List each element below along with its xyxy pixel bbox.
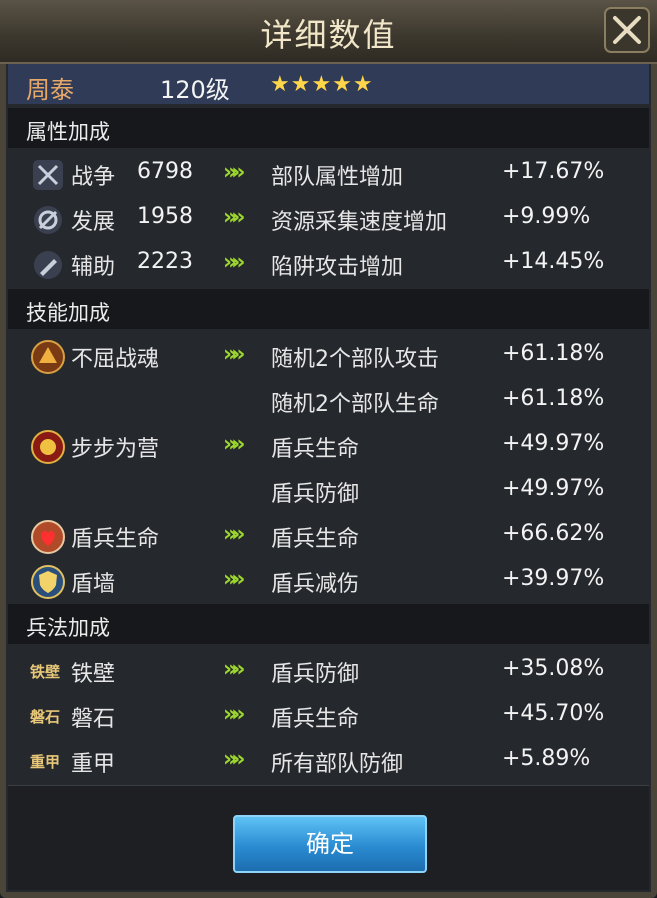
skill-effect: 盾兵减伤	[271, 572, 360, 597]
hero-stars: ★★★★★	[270, 72, 374, 97]
attribute-row: 战争 6798 »» 部队属性增加 +17.67%	[8, 152, 649, 197]
tactic-name: 铁壁	[71, 662, 116, 687]
attribute-name: 发展	[71, 210, 116, 235]
attribute-effect: 部队属性增加	[271, 165, 404, 190]
step-by-step-icon	[31, 430, 65, 464]
dialog-title: 详细数值	[260, 16, 397, 54]
attribute-name: 辅助	[71, 255, 116, 280]
attribute-percent: +14.45%	[502, 249, 605, 274]
tactic-row: 重甲 重甲 »» 所有部队防御 +5.89%	[8, 739, 649, 784]
shield-wall-icon	[31, 565, 65, 599]
tactic-row: 铁壁 铁壁 »» 盾兵防御 +35.08%	[8, 649, 649, 694]
arrow-icon: »»	[223, 702, 246, 727]
section-title: 技能加成	[26, 301, 110, 325]
skill-name: 不屈战魂	[71, 347, 160, 372]
attribute-value: 6798	[137, 159, 193, 184]
skill-percent: +49.97%	[502, 476, 605, 501]
skill-effect: 随机2个部队攻击	[271, 347, 439, 372]
tactic-percent: +35.08%	[502, 656, 605, 681]
skill-row: 步步为营 »» 盾兵生命 +49.97%	[8, 424, 649, 469]
skill-name: 步步为营	[71, 437, 160, 462]
skill-effect: 盾兵生命	[271, 437, 360, 462]
skill-effect: 盾兵生命	[271, 527, 360, 552]
attribute-row: 发展 1958 »» 资源采集速度增加 +9.99%	[8, 197, 649, 242]
tactic-percent: +45.70%	[502, 701, 605, 726]
arrow-icon: »»	[223, 657, 246, 682]
tactic-badge-icon: 铁壁	[30, 663, 61, 681]
tactic-name: 磐石	[71, 707, 116, 732]
skill-row: 随机2个部队生命 +61.18%	[8, 379, 649, 424]
skill-row: 盾墙 »» 盾兵减伤 +39.97%	[8, 559, 649, 604]
skill-percent: +49.97%	[502, 431, 605, 456]
hero-header: 周泰 120级 ★★★★★	[8, 64, 649, 104]
tactic-effect: 盾兵防御	[271, 662, 360, 687]
skill-row: 盾兵防御 +49.97%	[8, 469, 649, 514]
arrow-icon: »»	[223, 567, 246, 592]
swords-icon	[33, 160, 63, 190]
arrow-icon: »»	[223, 342, 246, 367]
tactic-badge-icon: 磐石	[30, 708, 61, 726]
arrow-icon: »»	[223, 160, 246, 185]
skill-effect: 盾兵防御	[271, 482, 360, 507]
attribute-row: 辅助 2223 »» 陷阱攻击增加 +14.45%	[8, 242, 649, 287]
confirm-button[interactable]: 确定	[233, 815, 427, 873]
skill-row: 不屈战魂 »» 随机2个部队攻击 +61.18%	[8, 334, 649, 379]
close-icon[interactable]	[603, 6, 651, 54]
skill-percent: +61.18%	[502, 386, 605, 411]
skill-percent: +61.18%	[502, 341, 605, 366]
hero-level: 120级	[160, 76, 230, 104]
assist-icon	[34, 251, 62, 279]
attribute-effect: 资源采集速度增加	[271, 210, 448, 235]
attribute-value: 2223	[137, 249, 193, 274]
skill-name: 盾墙	[71, 572, 116, 597]
section-tactics: 兵法加成	[8, 604, 649, 644]
section-skills: 技能加成	[8, 289, 649, 329]
arrow-icon: »»	[223, 747, 246, 772]
tactic-percent: +5.89%	[502, 746, 591, 771]
attribute-effect: 陷阱攻击增加	[271, 255, 404, 280]
attribute-percent: +17.67%	[502, 159, 605, 184]
tactic-row: 磐石 磐石 »» 盾兵生命 +45.70%	[8, 694, 649, 739]
attribute-value: 1958	[137, 204, 193, 229]
hero-name: 周泰	[26, 76, 74, 104]
skill-percent: +39.97%	[502, 566, 605, 591]
skill-percent: +66.62%	[502, 521, 605, 546]
tactic-effect: 所有部队防御	[271, 752, 404, 777]
skill-row: 盾兵生命 »» 盾兵生命 +66.62%	[8, 514, 649, 559]
arrow-icon: »»	[223, 205, 246, 230]
unyielding-soul-icon	[31, 340, 65, 374]
skill-name: 盾兵生命	[71, 527, 160, 552]
section-attributes: 属性加成	[8, 108, 649, 148]
title-bar: 详细数值	[0, 0, 657, 64]
tactic-badge-icon: 重甲	[30, 753, 61, 771]
arrow-icon: »»	[223, 522, 246, 547]
section-title: 属性加成	[26, 120, 110, 144]
attribute-percent: +9.99%	[502, 204, 591, 229]
tactic-effect: 盾兵生命	[271, 707, 360, 732]
shield-life-icon	[31, 520, 65, 554]
arrow-icon: »»	[223, 250, 246, 275]
arrow-icon: »»	[223, 432, 246, 457]
develop-icon	[34, 206, 62, 234]
attribute-name: 战争	[71, 165, 116, 190]
skill-effect: 随机2个部队生命	[271, 392, 439, 417]
section-title: 兵法加成	[26, 616, 110, 640]
tactic-name: 重甲	[71, 752, 116, 777]
